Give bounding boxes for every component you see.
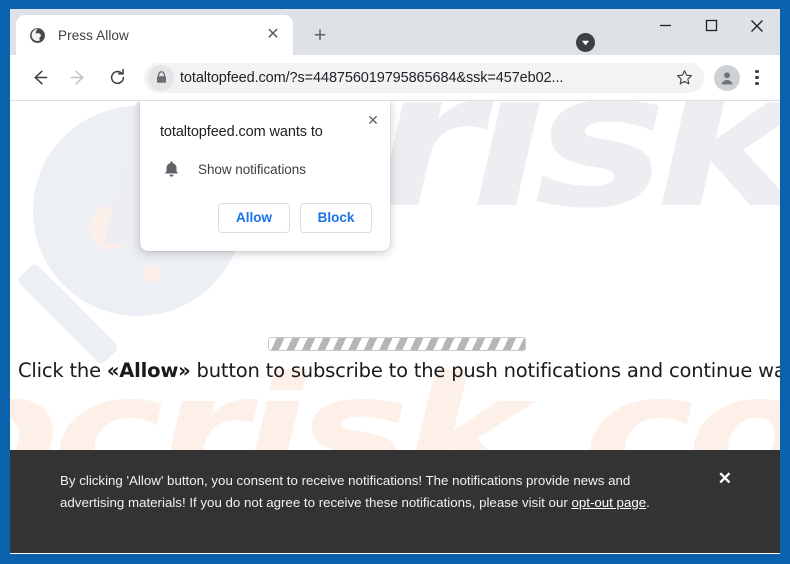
back-arrow-icon[interactable] [24, 63, 54, 93]
tab-close-icon[interactable]: ✕ [262, 24, 284, 46]
block-button[interactable]: Block [300, 202, 372, 233]
allow-button[interactable]: Allow [218, 202, 290, 233]
forward-arrow-icon [63, 63, 93, 93]
dialog-close-icon[interactable]: ✕ [362, 109, 384, 131]
loading-progress-bar [268, 337, 526, 351]
instruction-prefix: Click the [18, 359, 107, 382]
new-tab-button[interactable]: + [306, 21, 334, 49]
reload-icon[interactable] [102, 63, 132, 93]
star-icon[interactable] [670, 64, 698, 92]
page-viewport: pcrisk.com pcrisk.com Click the «Allow» … [10, 101, 780, 553]
notification-permission-dialog: ✕ totaltopfeed.com wants to Show notific… [140, 101, 390, 251]
lock-icon[interactable] [148, 64, 174, 91]
progress-bar-fill [269, 338, 525, 350]
avatar-icon[interactable] [714, 64, 740, 91]
permission-row: Show notifications [140, 142, 390, 179]
url-input[interactable]: totaltopfeed.com/?s=448756019795865684&s… [180, 70, 670, 86]
maximize-button[interactable] [688, 9, 734, 42]
bell-icon [160, 160, 182, 179]
consent-banner: By clicking 'Allow' button, you consent … [10, 450, 780, 553]
browser-window: Press Allow ✕ + totaltopfeed.com/?s=4487… [10, 9, 780, 554]
browser-toolbar: totaltopfeed.com/?s=448756019795865684&s… [10, 55, 780, 101]
permission-label: Show notifications [198, 161, 306, 177]
page-instruction-text: Click the «Allow» button to subscribe to… [18, 359, 780, 382]
consent-banner-text: By clicking 'Allow' button, you consent … [60, 470, 685, 513]
close-window-button[interactable] [734, 9, 780, 42]
tab-title: Press Allow [58, 27, 129, 43]
dialog-title: totaltopfeed.com wants to [160, 124, 323, 140]
address-bar[interactable]: totaltopfeed.com/?s=448756019795865684&s… [144, 62, 704, 93]
browser-tab[interactable]: Press Allow ✕ [16, 15, 293, 55]
consent-text-part1: By clicking 'Allow' button, you consent … [60, 473, 631, 510]
window-controls [642, 9, 780, 55]
os-window-frame: Press Allow ✕ + totaltopfeed.com/?s=4487… [0, 0, 790, 564]
globe-icon [29, 27, 46, 44]
minimize-button[interactable] [642, 9, 688, 42]
download-arrow-icon[interactable] [576, 33, 595, 52]
dialog-actions: Allow Block [140, 179, 390, 251]
tab-strip: Press Allow ✕ + [10, 9, 780, 55]
consent-text-part2: . [646, 494, 650, 510]
instruction-emphasis: «Allow» [106, 359, 191, 382]
three-dot-menu-icon[interactable] [746, 64, 768, 92]
opt-out-link[interactable]: opt-out page [571, 495, 646, 510]
instruction-suffix: button to subscribe to the push notifica… [190, 359, 780, 382]
consent-banner-close-icon[interactable]: ✕ [718, 470, 732, 487]
